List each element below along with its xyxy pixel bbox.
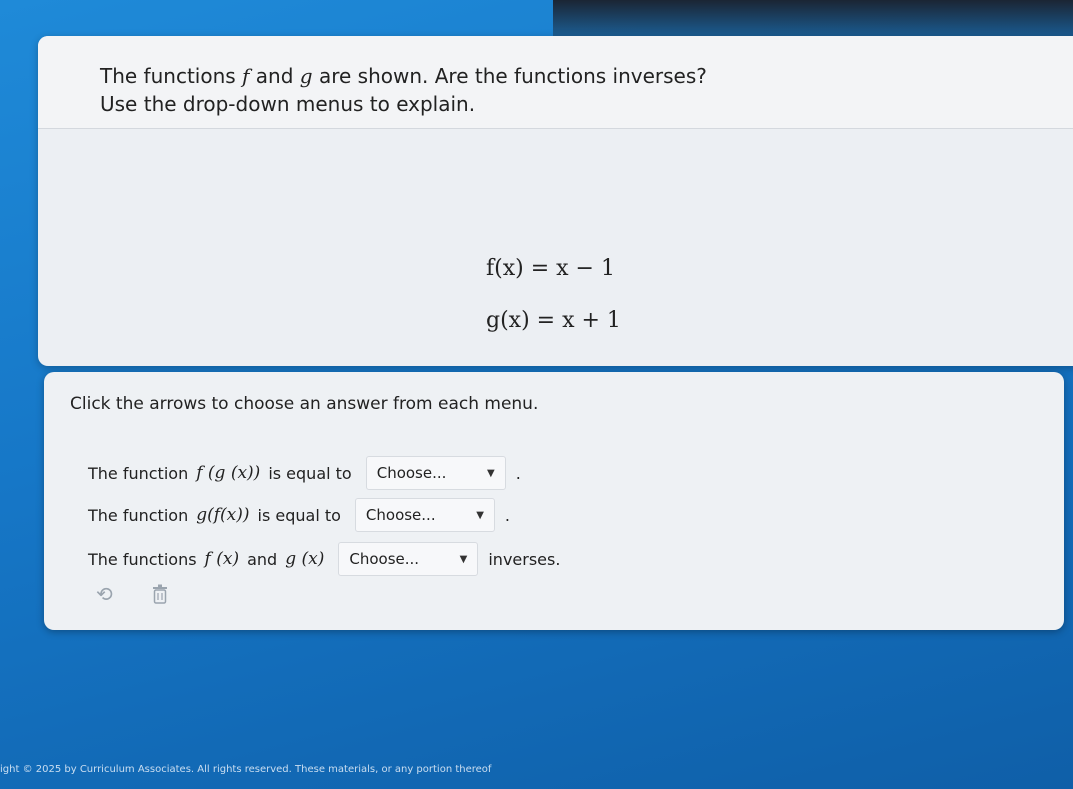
row-3-dropdown-value: Choose... bbox=[349, 550, 420, 568]
row-1-dropdown[interactable]: Choose... ▼ bbox=[365, 456, 506, 490]
row-3-dropdown[interactable]: Choose... ▼ bbox=[338, 542, 479, 576]
row-2-prefix: The function bbox=[88, 505, 189, 525]
question-prompt: The functions f and g are shown. Are the… bbox=[38, 36, 1073, 129]
row-1-prefix: The function bbox=[88, 463, 189, 483]
equation-f: f(x) = x − 1 bbox=[486, 256, 615, 281]
copyright-footer: ight © 2025 by Curriculum Associates. Al… bbox=[0, 764, 492, 775]
row-2-dropdown[interactable]: Choose... ▼ bbox=[354, 498, 495, 532]
undo-icon[interactable]: ⟲ bbox=[96, 582, 113, 606]
equation-g: g(x) = x + 1 bbox=[486, 308, 621, 333]
question-text-line-2: Use the drop-down menus to explain. bbox=[100, 92, 476, 116]
row-1-suffix: . bbox=[515, 463, 521, 483]
row-3-expression-2: g (x) bbox=[285, 549, 325, 569]
row-2-dropdown-value: Choose... bbox=[365, 506, 436, 524]
row-1-dropdown-value: Choose... bbox=[376, 464, 447, 482]
row-2-middle: is equal to bbox=[257, 505, 341, 525]
row-3-and: and bbox=[247, 549, 278, 569]
answer-row-1: The function f (g (x)) is equal to Choos… bbox=[88, 456, 521, 490]
chevron-down-icon: ▼ bbox=[476, 509, 484, 521]
row-3-prefix: The functions bbox=[88, 549, 197, 569]
answer-row-2: The function g(f(x)) is equal to Choose.… bbox=[88, 498, 510, 532]
row-2-expression: g(f(x)) bbox=[196, 505, 250, 525]
trash-icon[interactable] bbox=[152, 584, 168, 604]
row-1-expression: f (g (x)) bbox=[196, 463, 261, 483]
row-3-expression-1: f (x) bbox=[204, 549, 240, 569]
question-card: The functions f and g are shown. Are the… bbox=[38, 36, 1073, 366]
chevron-down-icon: ▼ bbox=[487, 467, 495, 479]
chevron-down-icon: ▼ bbox=[459, 553, 468, 565]
row-2-suffix: . bbox=[504, 505, 510, 525]
row-3-suffix: inverses. bbox=[488, 549, 561, 569]
row-1-middle: is equal to bbox=[268, 463, 352, 483]
answer-card: Click the arrows to choose an answer fro… bbox=[44, 372, 1064, 630]
answer-row-3: The functions f (x) and g (x) Choose... … bbox=[88, 542, 560, 576]
answer-instruction: Click the arrows to choose an answer fro… bbox=[70, 394, 539, 414]
question-text-line-1: The functions f and g are shown. Are the… bbox=[100, 64, 707, 88]
